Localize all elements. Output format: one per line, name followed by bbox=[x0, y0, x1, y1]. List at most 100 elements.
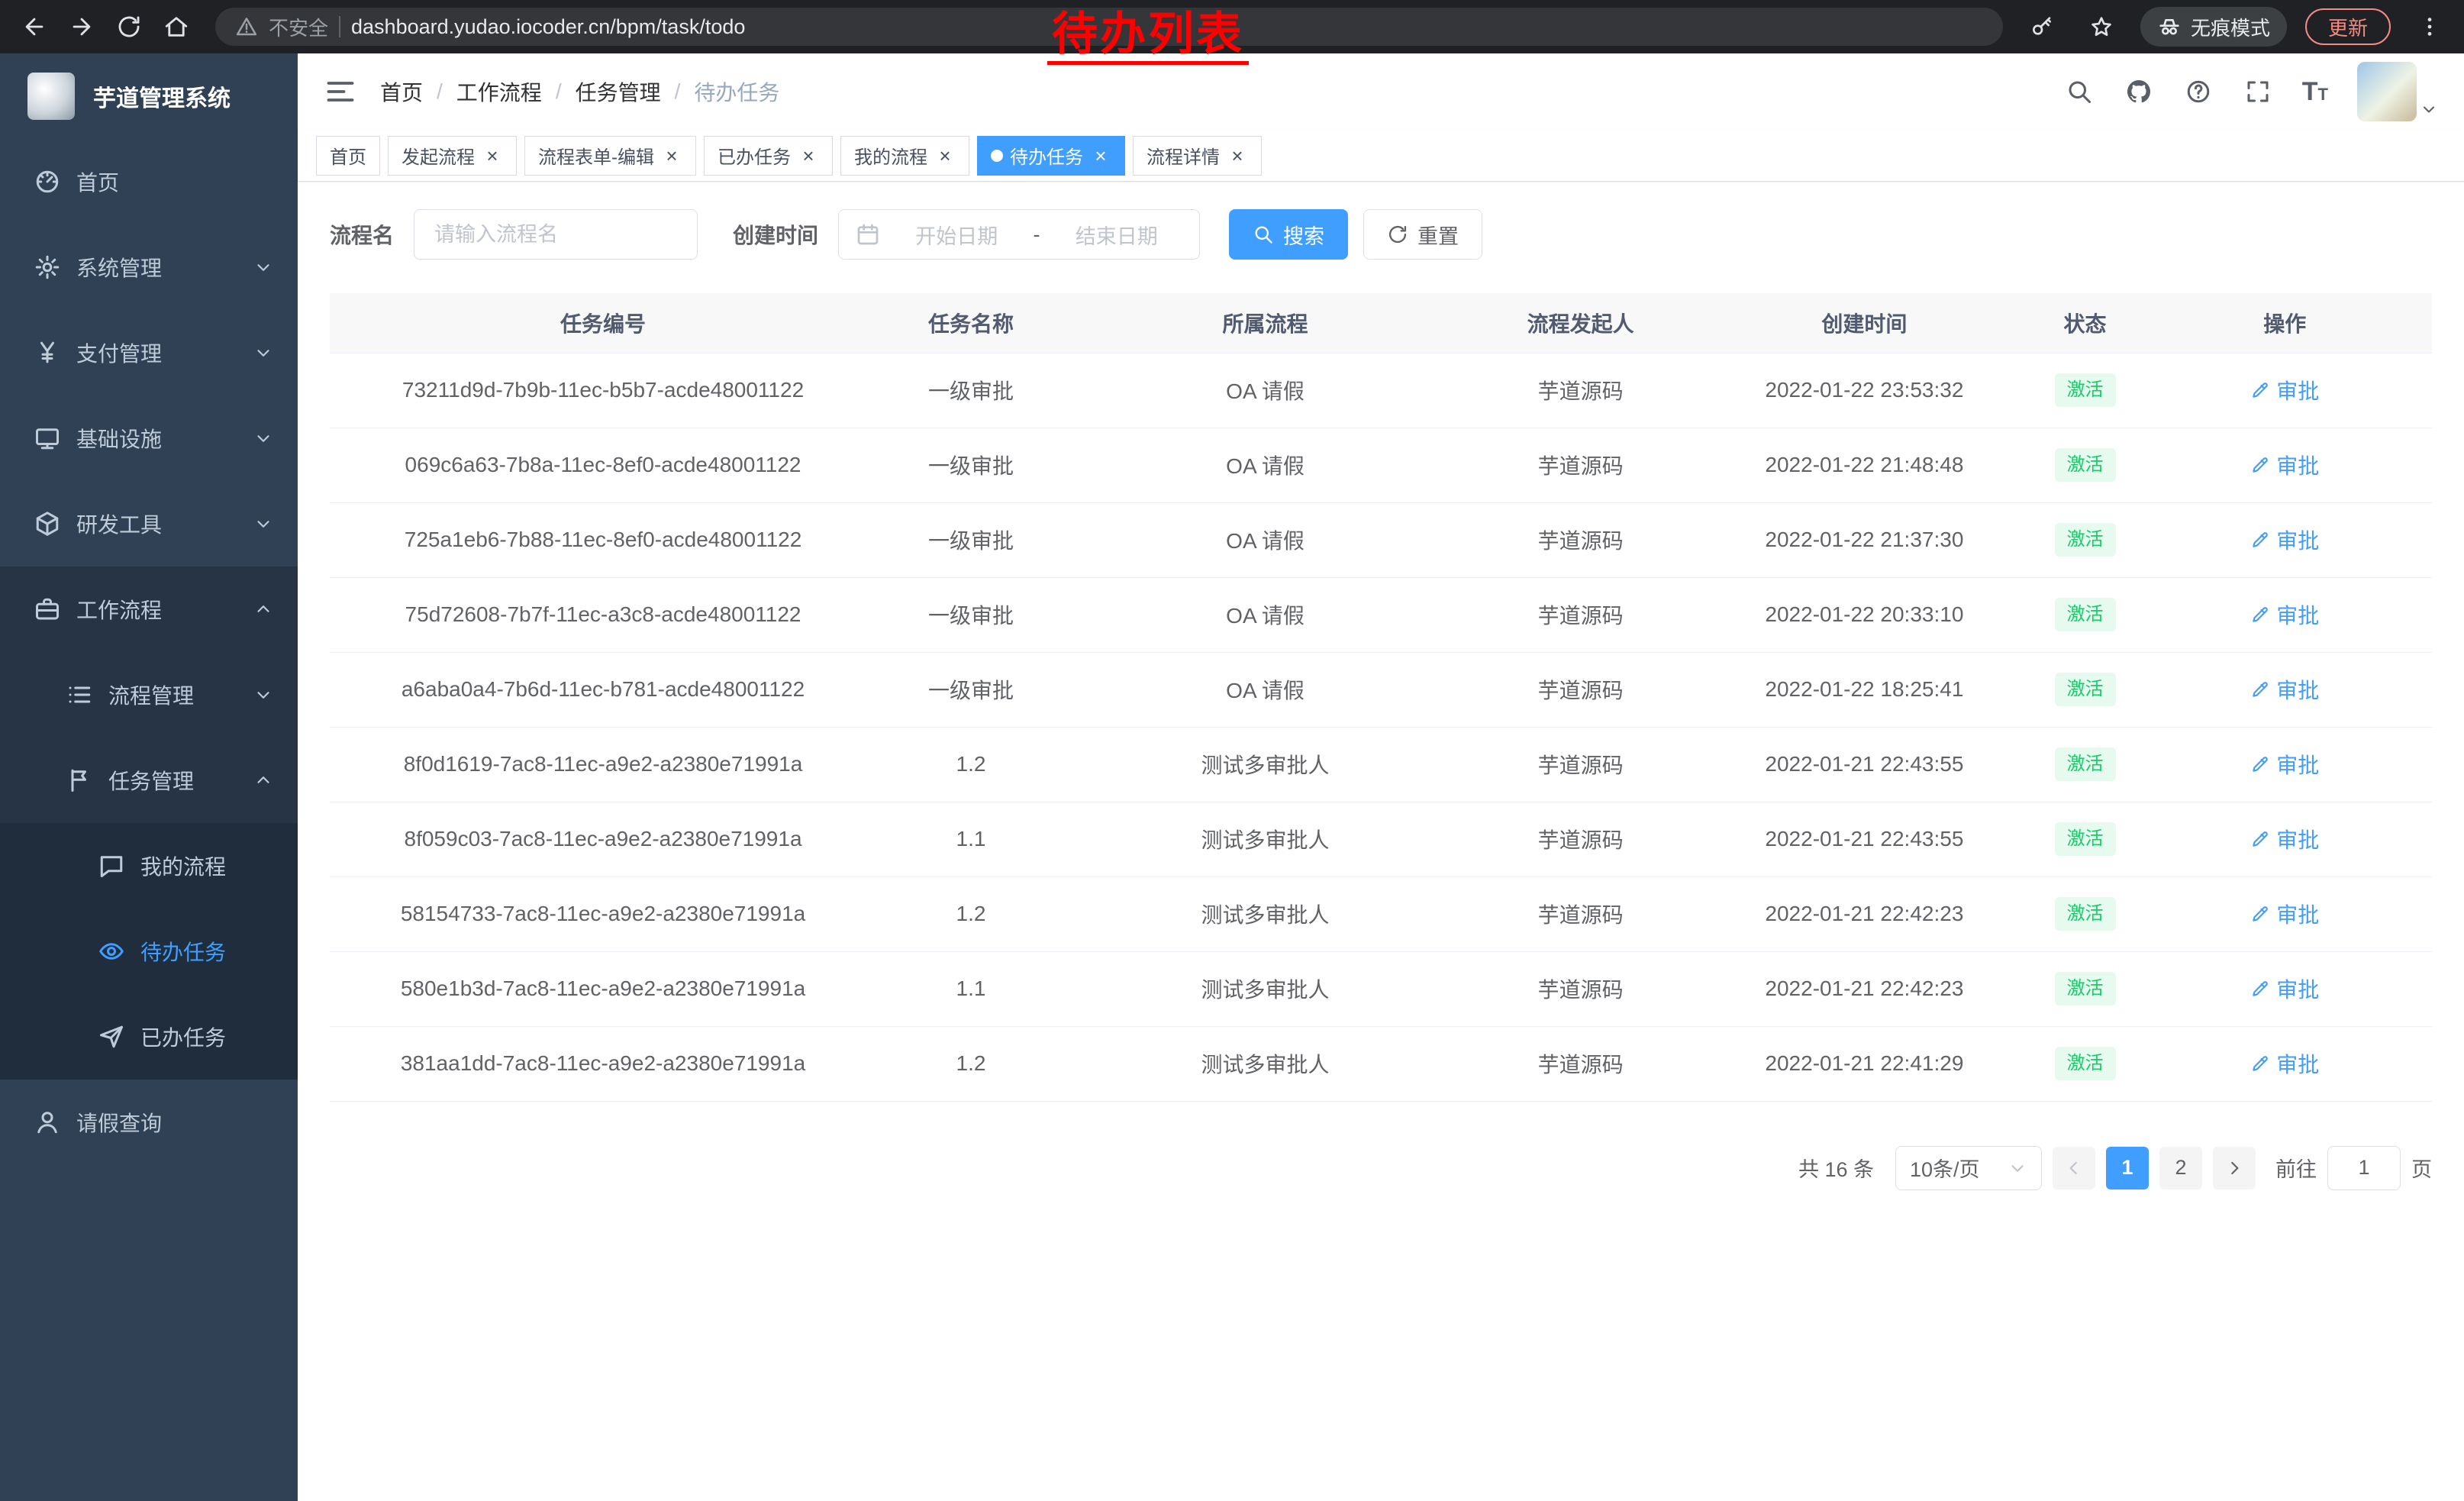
approve-link-label: 审批 bbox=[2276, 525, 2319, 555]
tab-item[interactable]: 首页 bbox=[316, 136, 380, 176]
status-badge: 激活 bbox=[2055, 673, 2116, 706]
sidebar-item-payment[interactable]: 支付管理 bbox=[0, 310, 298, 395]
sidebar-toggle-icon[interactable] bbox=[324, 75, 357, 108]
address-bar[interactable]: 不安全 dashboard.yudao.iocoder.cn/bpm/task/… bbox=[215, 8, 2003, 46]
column-header: 操作 bbox=[2137, 293, 2432, 353]
approve-link[interactable]: 审批 bbox=[2250, 1048, 2319, 1079]
approve-link[interactable]: 审批 bbox=[2250, 375, 2319, 405]
incognito-icon bbox=[2157, 15, 2182, 39]
breadcrumb-item[interactable]: 首页 bbox=[380, 76, 423, 107]
sidebar-item-my-process[interactable]: 我的流程 bbox=[0, 823, 298, 909]
font-size-icon[interactable]: TT bbox=[2302, 77, 2328, 107]
sidebar-item-process-mgmt[interactable]: 流程管理 bbox=[0, 652, 298, 738]
date-range-picker[interactable]: 开始日期 - 结束日期 bbox=[838, 209, 1200, 260]
task-name-cell: 1.2 bbox=[876, 727, 1066, 802]
tab-item[interactable]: 流程详情× bbox=[1133, 136, 1262, 176]
task-name-cell: 1.1 bbox=[876, 951, 1066, 1026]
tab-label: 首页 bbox=[330, 142, 366, 169]
dashboard-icon bbox=[32, 166, 63, 197]
tab-close-icon[interactable]: × bbox=[1090, 145, 1111, 166]
tab-item[interactable]: 发起流程× bbox=[388, 136, 517, 176]
search-icon[interactable] bbox=[2064, 76, 2095, 107]
sidebar-menu: 首页系统管理支付管理基础设施研发工具工作流程流程管理任务管理我的流程待办任务已办… bbox=[0, 139, 298, 1165]
logo[interactable]: 芋道管理系统 bbox=[0, 53, 298, 139]
tab-item[interactable]: 待办任务 × bbox=[977, 136, 1125, 176]
table-body: 73211d9d-7b9b-11ec-b5b7-acde48001122一级审批… bbox=[330, 353, 2432, 1101]
forward-icon[interactable] bbox=[61, 6, 102, 47]
search-button[interactable]: 搜索 bbox=[1229, 209, 1348, 260]
action-cell: 审批 bbox=[2137, 802, 2432, 876]
help-icon[interactable] bbox=[2183, 76, 2214, 107]
user-avatar bbox=[2357, 62, 2417, 121]
sidebar-item-label: 已办任务 bbox=[140, 1022, 226, 1052]
tab-close-icon[interactable]: × bbox=[482, 145, 503, 166]
tab-item[interactable]: 流程表单-编辑 × bbox=[524, 136, 696, 176]
status-cell: 激活 bbox=[2033, 727, 2138, 802]
prev-page-button[interactable] bbox=[2053, 1147, 2095, 1190]
page-size-value: 10条/页 bbox=[1910, 1153, 1980, 1183]
browser-menu-icon[interactable] bbox=[2409, 6, 2450, 47]
page-button-2[interactable]: 2 bbox=[2159, 1147, 2202, 1190]
topbar: 首页/工作流程/任务管理/待办任务 TT bbox=[298, 53, 2464, 130]
sidebar-item-done-task[interactable]: 已办任务 bbox=[0, 994, 298, 1080]
bookmark-star-icon[interactable] bbox=[2081, 6, 2122, 47]
sidebar-item-task-mgmt[interactable]: 任务管理 bbox=[0, 738, 298, 823]
tab-item[interactable]: 已办任务× bbox=[704, 136, 833, 176]
goto-page-input[interactable] bbox=[2327, 1146, 2401, 1190]
breadcrumb-item: 待办任务 bbox=[694, 76, 779, 107]
breadcrumb-item[interactable]: 任务管理 bbox=[576, 76, 661, 107]
process-name-label: 流程名 bbox=[330, 219, 394, 250]
sidebar-item-workflow[interactable]: 工作流程 bbox=[0, 567, 298, 652]
incognito-badge: 无痕模式 bbox=[2140, 7, 2287, 47]
tab-close-icon[interactable]: × bbox=[934, 145, 956, 166]
status-cell: 激活 bbox=[2033, 502, 2138, 577]
sidebar-item-leave-query[interactable]: 请假查询 bbox=[0, 1080, 298, 1165]
page-button-1[interactable]: 1 bbox=[2106, 1147, 2149, 1190]
action-cell: 审批 bbox=[2137, 353, 2432, 428]
sidebar-item-home[interactable]: 首页 bbox=[0, 139, 298, 224]
tab-label: 待办任务 bbox=[1010, 142, 1083, 169]
status-cell: 激活 bbox=[2033, 353, 2138, 428]
tab-close-icon[interactable]: × bbox=[661, 145, 682, 166]
approve-link[interactable]: 审批 bbox=[2250, 525, 2319, 555]
security-warning-icon[interactable] bbox=[235, 15, 258, 38]
tab-close-icon[interactable]: × bbox=[1227, 145, 1248, 166]
reset-button[interactable]: 重置 bbox=[1363, 209, 1482, 260]
url-text: dashboard.yudao.iocoder.cn/bpm/task/todo bbox=[351, 15, 745, 39]
tab-label: 流程表单-编辑 bbox=[538, 142, 654, 169]
approve-link[interactable]: 审批 bbox=[2250, 674, 2319, 705]
status-cell: 激活 bbox=[2033, 428, 2138, 502]
action-cell: 审批 bbox=[2137, 652, 2432, 727]
approve-link[interactable]: 审批 bbox=[2250, 450, 2319, 480]
sidebar-item-infrastructure[interactable]: 基础设施 bbox=[0, 395, 298, 481]
chevron-up-icon bbox=[253, 770, 273, 790]
tab-item[interactable]: 我的流程× bbox=[840, 136, 969, 176]
process-name-input[interactable] bbox=[414, 209, 698, 260]
next-page-button[interactable] bbox=[2213, 1147, 2256, 1190]
page-size-select[interactable]: 10条/页 bbox=[1895, 1146, 2042, 1190]
update-button[interactable]: 更新 bbox=[2305, 8, 2391, 45]
github-icon[interactable] bbox=[2124, 76, 2154, 107]
approve-link[interactable]: 审批 bbox=[2250, 899, 2319, 929]
password-key-icon[interactable] bbox=[2021, 6, 2062, 47]
fullscreen-icon[interactable] bbox=[2243, 76, 2273, 107]
pencil-icon bbox=[2250, 904, 2270, 924]
task-id-cell: 75d72608-7b7f-11ec-a3c8-acde48001122 bbox=[330, 577, 876, 652]
pencil-icon bbox=[2250, 455, 2270, 475]
approve-link[interactable]: 审批 bbox=[2250, 599, 2319, 630]
initiator-cell: 芋道源码 bbox=[1465, 652, 1696, 727]
sidebar-item-devtools[interactable]: 研发工具 bbox=[0, 481, 298, 567]
user-menu[interactable] bbox=[2357, 62, 2438, 121]
home-icon[interactable] bbox=[156, 6, 197, 47]
sidebar-item-todo-task[interactable]: 待办任务 bbox=[0, 909, 298, 994]
approve-link[interactable]: 审批 bbox=[2250, 973, 2319, 1004]
approve-link[interactable]: 审批 bbox=[2250, 824, 2319, 854]
refresh-icon[interactable] bbox=[108, 6, 150, 47]
table-row: 58154733-7ac8-11ec-a9e2-a2380e71991a1.2测… bbox=[330, 876, 2432, 951]
status-badge: 激活 bbox=[2055, 747, 2116, 781]
sidebar-item-system[interactable]: 系统管理 bbox=[0, 224, 298, 310]
breadcrumb-item[interactable]: 工作流程 bbox=[456, 76, 542, 107]
approve-link[interactable]: 审批 bbox=[2250, 749, 2319, 780]
tab-close-icon[interactable]: × bbox=[798, 145, 819, 166]
back-icon[interactable] bbox=[14, 6, 55, 47]
